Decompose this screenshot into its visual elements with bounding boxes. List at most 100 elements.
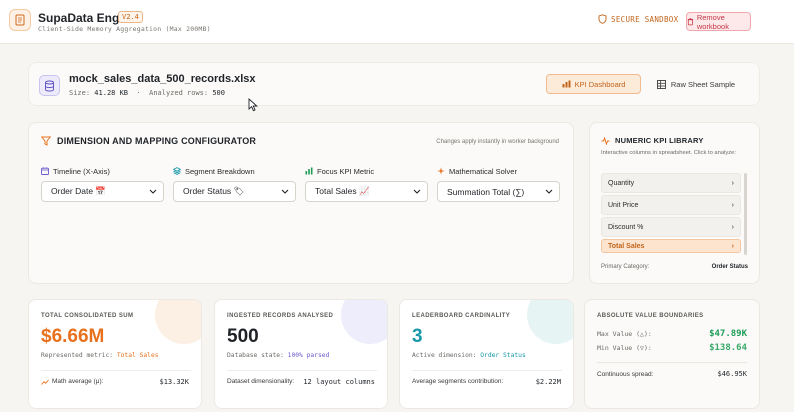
solver-select[interactable]: Summation Total (∑) — [437, 181, 560, 202]
leaderboard-cardinality-card: LEADERBOARD CARDINALITY 3 Active dimensi… — [399, 299, 574, 409]
dimension-configurator-panel: DIMENSION AND MAPPING CONFIGURATOR Chang… — [28, 122, 574, 284]
kpi-item-label: Discount % — [608, 223, 644, 231]
tab-raw-sheet-sample-label: Raw Sheet Sample — [670, 79, 736, 89]
trash-icon — [687, 17, 694, 26]
kpi-library-title: NUMERIC KPI LIBRARY — [601, 136, 704, 145]
card-subtext: Represented metric: Total Sales — [41, 352, 159, 359]
spread-value: $46.95K — [717, 370, 747, 378]
bar-chart-icon — [305, 167, 313, 175]
bar-chart-icon — [562, 80, 571, 88]
solver-label: Mathematical Solver — [437, 165, 560, 177]
kpi-item-label: Quantity — [608, 179, 635, 187]
focus-kpi-select[interactable]: Total Sales 📈 — [305, 181, 428, 202]
card-label: INGESTED RECORDS ANALYSED — [227, 313, 334, 319]
chevron-down-icon — [281, 189, 289, 194]
configurator-title-text: DIMENSION AND MAPPING CONFIGURATOR — [57, 136, 257, 146]
min-value-label: Min Value (▽): — [597, 344, 652, 352]
sandbox-label: SECURE SANDBOX — [611, 14, 679, 24]
math-average-value: $13.32K — [159, 378, 189, 386]
kpi-library-description: Interactive columns in spreadsheet. Clic… — [601, 150, 737, 156]
chevron-right-icon: › — [731, 179, 734, 187]
sparkle-icon — [437, 167, 445, 175]
card-footer: Dataset dimensionality: — [227, 378, 294, 385]
chevron-down-icon — [413, 189, 421, 194]
divider — [412, 370, 562, 371]
kpi-library-footer: Primary Category: Order Status — [601, 264, 748, 270]
card-footer: Math average (μ): — [41, 378, 103, 385]
solver-label-text: Mathematical Solver — [449, 166, 517, 176]
dataset-dimensionality-value: 12 layout columns — [303, 378, 375, 386]
version-badge: V2.4 — [118, 11, 143, 23]
min-value-row: Min Value (▽): $138.64 — [597, 343, 747, 353]
table-icon — [656, 79, 666, 89]
file-meta: Size: 41.28 KB · Analyzed rows: 500 — [69, 89, 225, 97]
kpi-item-total-sales[interactable]: Total Sales › — [601, 239, 741, 253]
kpi-library-title-text: NUMERIC KPI LIBRARY — [615, 136, 704, 145]
active-dimension-label: Active dimension: — [412, 352, 477, 359]
divider — [41, 370, 191, 371]
spread-label: Continuous spread: — [597, 370, 654, 378]
numeric-kpi-library-panel: NUMERIC KPI LIBRARY Interactive columns … — [589, 122, 760, 284]
max-value: $47.89K — [709, 329, 747, 339]
dataset-dimensionality-label: Dataset dimensionality: — [227, 378, 295, 385]
shield-icon — [598, 14, 607, 24]
chevron-right-icon: › — [731, 242, 734, 250]
ingested-records-value: 500 — [227, 326, 259, 347]
segment-label: Segment Breakdown — [173, 165, 296, 177]
card-subtext: Active dimension: Order Status — [412, 352, 526, 359]
leaderboard-cardinality-value: 3 — [412, 326, 423, 347]
timeline-label: Timeline (X-Axis) — [41, 165, 164, 177]
card-decoration — [155, 300, 201, 344]
chevron-down-icon — [149, 189, 157, 194]
kpi-item-label: Total Sales — [608, 242, 645, 250]
divider — [227, 370, 377, 371]
focus-kpi-label-text: Focus KPI Metric — [317, 166, 375, 176]
value-boundaries-card: ABSOLUTE VALUE BOUNDARIES Max Value (△):… — [584, 299, 760, 409]
segment-select-value: Order Status 🏷 — [183, 186, 245, 196]
ingested-records-card: INGESTED RECORDS ANALYSED 500 Database s… — [214, 299, 388, 409]
represented-metric-label: Represented metric: — [41, 352, 114, 359]
meta-separator: · — [136, 89, 141, 97]
card-label: ABSOLUTE VALUE BOUNDARIES — [597, 313, 704, 319]
segment-field: Segment Breakdown Order Status 🏷 — [173, 165, 296, 202]
active-dimension-value: Order Status — [480, 352, 526, 359]
calendar-icon — [41, 167, 49, 175]
kpi-item-discount[interactable]: Discount % › — [601, 217, 741, 237]
chevron-right-icon: › — [731, 201, 734, 209]
kpi-library-list: Quantity › Unit Price › Discount % › Tot… — [601, 173, 741, 255]
tab-raw-sheet-sample[interactable]: Raw Sheet Sample — [647, 74, 745, 94]
max-value-label: Max Value (△): — [597, 330, 652, 338]
average-segments-value: $2.22M — [535, 378, 561, 386]
chevron-right-icon: › — [731, 223, 734, 231]
remove-workbook-button[interactable]: Remove workbook — [686, 12, 751, 31]
database-icon — [39, 75, 60, 96]
layers-icon — [173, 167, 181, 175]
card-label: TOTAL CONSOLIDATED SUM — [41, 313, 134, 319]
focus-kpi-select-value: Total Sales 📈 — [315, 186, 370, 196]
chevron-down-icon — [545, 189, 553, 194]
segment-select[interactable]: Order Status 🏷 — [173, 181, 296, 202]
total-sum-value: $6.66M — [41, 326, 105, 347]
app-logo — [9, 9, 31, 31]
math-average-label: Math average (μ): — [52, 378, 104, 385]
timeline-label-text: Timeline (X-Axis) — [53, 166, 110, 176]
kpi-item-quantity[interactable]: Quantity › — [601, 173, 741, 193]
timeline-select-value: Order Date 📅 — [51, 186, 106, 196]
secure-sandbox-badge: SECURE SANDBOX — [598, 14, 678, 24]
remove-workbook-label: Remove workbook — [696, 12, 729, 31]
kpi-item-unit-price[interactable]: Unit Price › — [601, 195, 741, 215]
tab-kpi-dashboard[interactable]: KPI Dashboard — [546, 74, 641, 94]
kpi-library-scrollbar[interactable] — [744, 173, 747, 255]
total-sum-card: TOTAL CONSOLIDATED SUM $6.66M Represente… — [28, 299, 202, 409]
file-info-card: mock_sales_data_500_records.xlsx Size: 4… — [28, 62, 760, 106]
timeline-select[interactable]: Order Date 📅 — [41, 181, 164, 202]
primary-category-label: Primary Category: — [601, 264, 650, 270]
divider — [597, 362, 747, 363]
card-subtext: Database state: 100% parsed — [227, 352, 329, 359]
analyzed-rows-value: 500 — [212, 89, 225, 97]
configurator-note: Changes apply instantly in worker backgr… — [436, 139, 559, 145]
card-decoration — [341, 300, 387, 344]
primary-category-value: Order Status — [711, 264, 748, 270]
activity-icon — [601, 136, 610, 145]
min-value: $138.64 — [709, 343, 747, 353]
